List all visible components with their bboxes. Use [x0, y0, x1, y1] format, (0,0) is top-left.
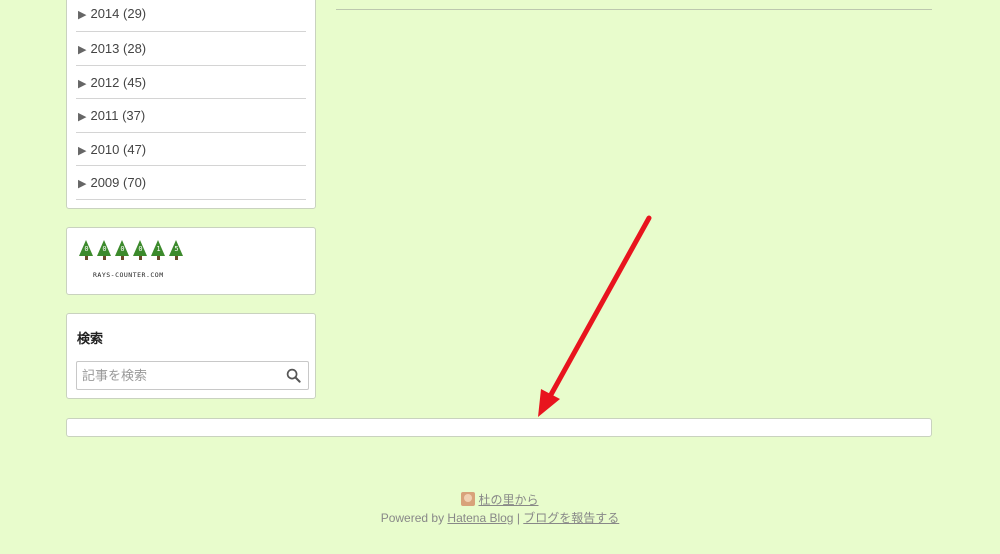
- red-arrow-icon: [538, 215, 652, 417]
